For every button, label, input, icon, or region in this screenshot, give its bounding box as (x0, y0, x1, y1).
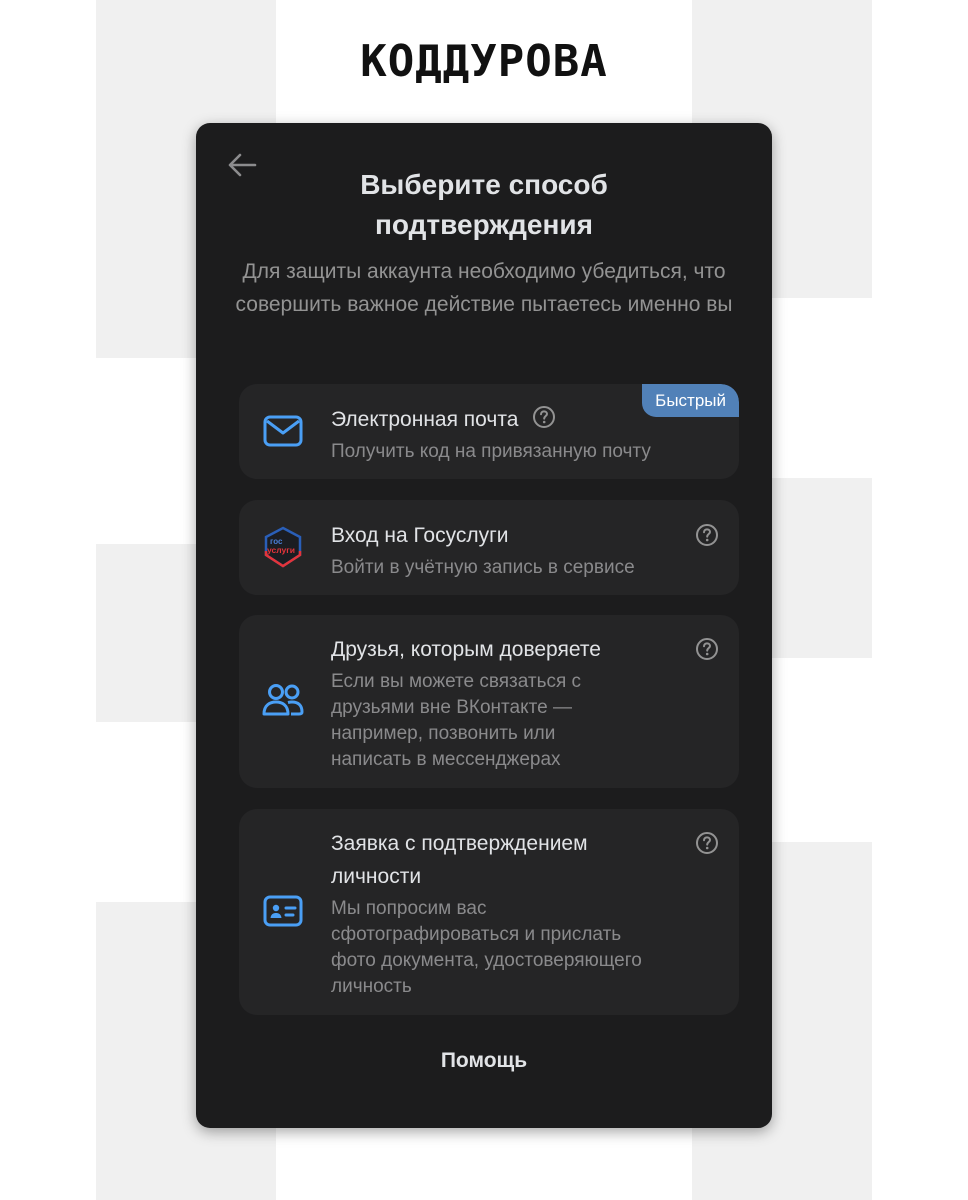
users-icon (261, 679, 305, 723)
gosuslugi-logo: гос услуги (261, 525, 305, 569)
method-description: Войти в учётную запись в сервисе (331, 557, 635, 578)
modal-subtitle: Для защиты аккаунта необходимо убедиться… (235, 260, 733, 316)
method-title: Заявка с подтверждением личности (331, 832, 588, 888)
method-gosuslugi[interactable]: гос услуги Вход на Госуслуги Войти в учё… (239, 500, 739, 595)
help-icon[interactable] (695, 831, 719, 855)
help-icon[interactable] (695, 637, 719, 661)
method-description: Мы попросим вас сфотографироваться и при… (331, 898, 642, 997)
mail-icon (261, 409, 305, 453)
id-card-icon (261, 889, 305, 933)
modal-title: Выберите способ подтверждения (360, 169, 608, 240)
help-link[interactable]: Помощь (196, 1049, 772, 1073)
method-description: Получить код на привязанную почту (331, 441, 651, 462)
help-icon[interactable] (532, 405, 556, 429)
method-email[interactable]: Электронная почта Получить код на привяз… (239, 384, 739, 479)
verification-modal: Выберите способ подтверждения Для защиты… (196, 123, 772, 1128)
help-icon[interactable] (695, 523, 719, 547)
arrow-left-icon (228, 153, 257, 177)
method-trusted-friends[interactable]: Друзья, которым доверяете Если вы можете… (239, 615, 739, 788)
method-identity-request[interactable]: Заявка с подтверждением личности Мы попр… (239, 809, 739, 1015)
method-description: Если вы можете связаться с друзьями вне … (331, 671, 582, 770)
method-title: Электронная почта (331, 403, 679, 436)
fast-badge: Быстрый (642, 384, 739, 417)
svg-text:услуги: услуги (267, 545, 295, 555)
method-title: Вход на Госуслуги (331, 524, 509, 547)
brand-logo: КОДДУРОВА (360, 35, 608, 87)
method-title: Друзья, которым доверяете (331, 638, 601, 661)
